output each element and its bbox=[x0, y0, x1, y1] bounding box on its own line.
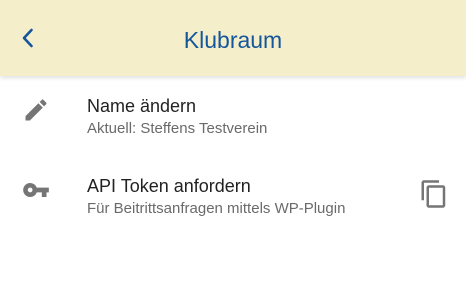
list-item-change-name[interactable]: Name ändern Aktuell: Steffens Testverein bbox=[0, 82, 466, 162]
pencil-icon bbox=[25, 99, 47, 121]
settings-screen: Klubraum Name ändern Aktuell: Steffens T… bbox=[0, 0, 466, 302]
page-title: Klubraum bbox=[183, 27, 283, 53]
list-item-api-token[interactable]: API Token anfordern Für Beitrittsanfrage… bbox=[0, 164, 466, 244]
back-button[interactable] bbox=[8, 18, 48, 58]
chevron-left-icon bbox=[22, 28, 33, 48]
item-subtitle: Aktuell: Steffens Testverein bbox=[87, 120, 268, 137]
item-title: API Token anfordern bbox=[87, 176, 251, 196]
copy-button[interactable] bbox=[414, 174, 454, 214]
app-bar: Klubraum bbox=[0, 0, 466, 76]
item-title: Name ändern bbox=[87, 96, 197, 116]
item-subtitle: Für Beitrittsanfragen mittels WP-Plugin bbox=[87, 200, 346, 217]
key-icon bbox=[23, 183, 49, 197]
copy-icon bbox=[421, 180, 446, 208]
